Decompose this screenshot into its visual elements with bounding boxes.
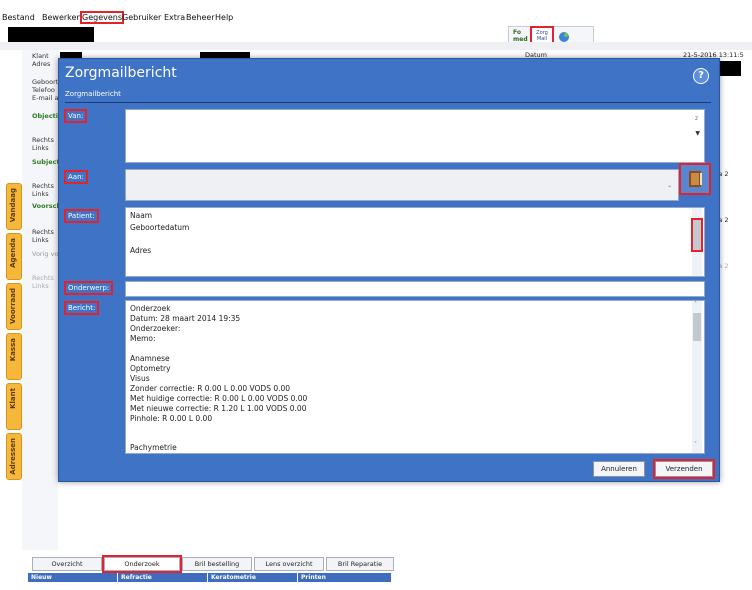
dialog-subtitle: Zorgmailbericht bbox=[65, 90, 121, 98]
patient-field: Naam Geboortedatum Adres bbox=[125, 207, 705, 277]
address-book-button[interactable] bbox=[679, 163, 711, 195]
patient-line-4: Adres bbox=[130, 246, 152, 255]
sidebar-tab-vandaag-label: Vandaag bbox=[9, 188, 17, 223]
menu-beheer[interactable]: Beheer bbox=[186, 13, 215, 22]
bericht-line-9: Met huidige correctie: R 0.00 L 0.00 VOD… bbox=[130, 394, 308, 403]
bericht-scrollbar-thumb[interactable] bbox=[693, 313, 701, 341]
van-label: Van: bbox=[63, 109, 88, 123]
menu-gegevens[interactable]: Gegevens bbox=[79, 11, 125, 24]
sidebar-tab-voorraad-label: Voorraad bbox=[9, 288, 17, 325]
redacted-bar bbox=[8, 27, 94, 42]
bericht-line-0: Onderzoek bbox=[130, 304, 171, 313]
tab-fomed[interactable]: Fo med bbox=[513, 29, 529, 43]
sidebar-tab-kassa-label: Kassa bbox=[9, 338, 17, 362]
bericht-textarea[interactable]: Onderzoek Datum: 28 maart 2014 19:35 Ond… bbox=[125, 300, 705, 454]
menu-bestand[interactable]: Bestand bbox=[2, 13, 35, 22]
sidebar-tab-adressen-label: Adressen bbox=[9, 438, 17, 475]
bg-voorschrift: Voorsch bbox=[32, 202, 62, 210]
bericht-line-2: Onderzoeker: bbox=[130, 324, 181, 333]
bg-rechts3: Rechts bbox=[32, 228, 54, 236]
bg-telefoon: Telefoo bbox=[32, 86, 55, 94]
aan-label: Aan: bbox=[64, 170, 88, 184]
dialog-title: Zorgmailbericht bbox=[65, 65, 177, 81]
aan-dropdown-icon[interactable]: ⌄ bbox=[667, 182, 672, 189]
patient-scrollbar-thumb[interactable] bbox=[691, 218, 703, 252]
bg-klant: Klant bbox=[32, 52, 49, 60]
bericht-line-8: Zonder correctie: R 0.00 L 0.00 VODS 0.0… bbox=[130, 384, 291, 393]
bg-email: E-mail a bbox=[32, 94, 59, 102]
header-nieuw: Nieuw bbox=[28, 573, 117, 582]
onderwerp-input[interactable] bbox=[125, 281, 705, 297]
bg-links4: Links bbox=[32, 282, 49, 290]
bericht-line-1: Datum: 28 maart 2014 19:35 bbox=[130, 314, 241, 323]
menu-bar: Bestand Bewerken Gegevens Gebruiker Extr… bbox=[0, 0, 752, 24]
bericht-line-11: Pinhole: R 0.00 L 0.00 bbox=[130, 414, 213, 423]
scroll-down-icon[interactable]: ˅ bbox=[694, 441, 697, 448]
sidebar-tab-kassa[interactable]: Kassa bbox=[6, 333, 22, 380]
header-keratometrie: Keratometrie bbox=[208, 573, 297, 582]
tab-onderzoek[interactable]: Onderzoek bbox=[102, 555, 182, 573]
aan-field[interactable]: ⌄ bbox=[125, 169, 679, 201]
van-field[interactable]: 2 ▼ bbox=[125, 109, 705, 163]
bericht-label: Bericht: bbox=[63, 301, 100, 315]
sidebar-tab-agenda-label: Agenda bbox=[9, 238, 17, 268]
menu-help[interactable]: Help bbox=[215, 13, 233, 22]
patient-scrollbar[interactable] bbox=[691, 208, 703, 276]
bericht-line-6: Optometry bbox=[130, 364, 171, 373]
bericht-line-7: Visus bbox=[130, 374, 150, 383]
onderwerp-label: Onderwerp: bbox=[63, 281, 114, 295]
sidebar-tab-adressen[interactable]: Adressen bbox=[6, 433, 22, 480]
zorgmail-button-label: Zorg Mail bbox=[536, 30, 548, 42]
bg-links1: Links bbox=[32, 144, 49, 152]
bg-adres: Adres bbox=[32, 60, 51, 68]
tab-bril-bestelling[interactable]: Bril bestelling bbox=[182, 557, 252, 571]
bg-geboorte: Geboort bbox=[32, 78, 59, 86]
bericht-line-3: Memo: bbox=[130, 334, 156, 343]
bg-links3: Links bbox=[32, 236, 49, 244]
bg-vorig: Vorig vo bbox=[32, 250, 59, 258]
bg-rechts2: Rechts bbox=[32, 182, 54, 190]
sidebar-tab-voorraad[interactable]: Voorraad bbox=[6, 283, 22, 330]
bericht-line-13: Pachymetrie bbox=[130, 443, 177, 452]
menu-gebruiker[interactable]: Gebruiker bbox=[122, 13, 161, 22]
bericht-line-5: Anamnese bbox=[130, 354, 170, 363]
bg-rechts4: Rechts bbox=[32, 274, 54, 282]
sidebar-tab-klant[interactable]: Klant bbox=[6, 383, 22, 430]
bericht-line-10: Met nieuwe correctie: R 1.20 L 1.00 VODS… bbox=[130, 404, 307, 413]
cancel-button[interactable]: Annuleren bbox=[593, 461, 645, 477]
toolbar-strip bbox=[0, 42, 752, 50]
scroll-up-icon[interactable]: ˄ bbox=[694, 301, 697, 308]
sidebar-tab-klant-label: Klant bbox=[9, 388, 17, 409]
background-form bbox=[22, 50, 58, 550]
tab-bril-reparatie[interactable]: Bril Reparatie bbox=[326, 557, 394, 571]
patient-line-2: Geboortedatum bbox=[130, 223, 190, 232]
header-refractie: Refractie bbox=[118, 573, 207, 582]
address-book-icon bbox=[689, 171, 702, 187]
sidebar-tab-agenda[interactable]: Agenda bbox=[6, 233, 22, 280]
sidebar-tab-vandaag[interactable]: Vandaag bbox=[6, 183, 22, 230]
title-divider bbox=[65, 102, 711, 103]
redacted-block bbox=[717, 61, 741, 76]
bericht-scrollbar[interactable]: ˄ ˅ bbox=[692, 301, 702, 453]
tab-lens-overzicht[interactable]: Lens overzicht bbox=[254, 557, 324, 571]
menu-bewerken[interactable]: Bewerken bbox=[42, 13, 82, 22]
zorgmail-dialog: Zorgmailbericht Zorgmailbericht ? Van: 2… bbox=[58, 58, 720, 482]
tab-overzicht[interactable]: Overzicht bbox=[32, 557, 102, 571]
bg-rechts1: Rechts bbox=[32, 136, 54, 144]
bg-links2: Links bbox=[32, 190, 49, 198]
menu-extra[interactable]: Extra bbox=[164, 13, 185, 22]
help-icon[interactable]: ? bbox=[693, 68, 709, 84]
header-printen: Printen bbox=[298, 573, 391, 582]
patient-label: Patient: bbox=[64, 209, 99, 223]
van-dropdown-icon[interactable]: ▼ bbox=[695, 130, 700, 137]
send-button[interactable]: Verzenden bbox=[653, 459, 715, 479]
patient-line-1: Naam bbox=[130, 211, 153, 220]
